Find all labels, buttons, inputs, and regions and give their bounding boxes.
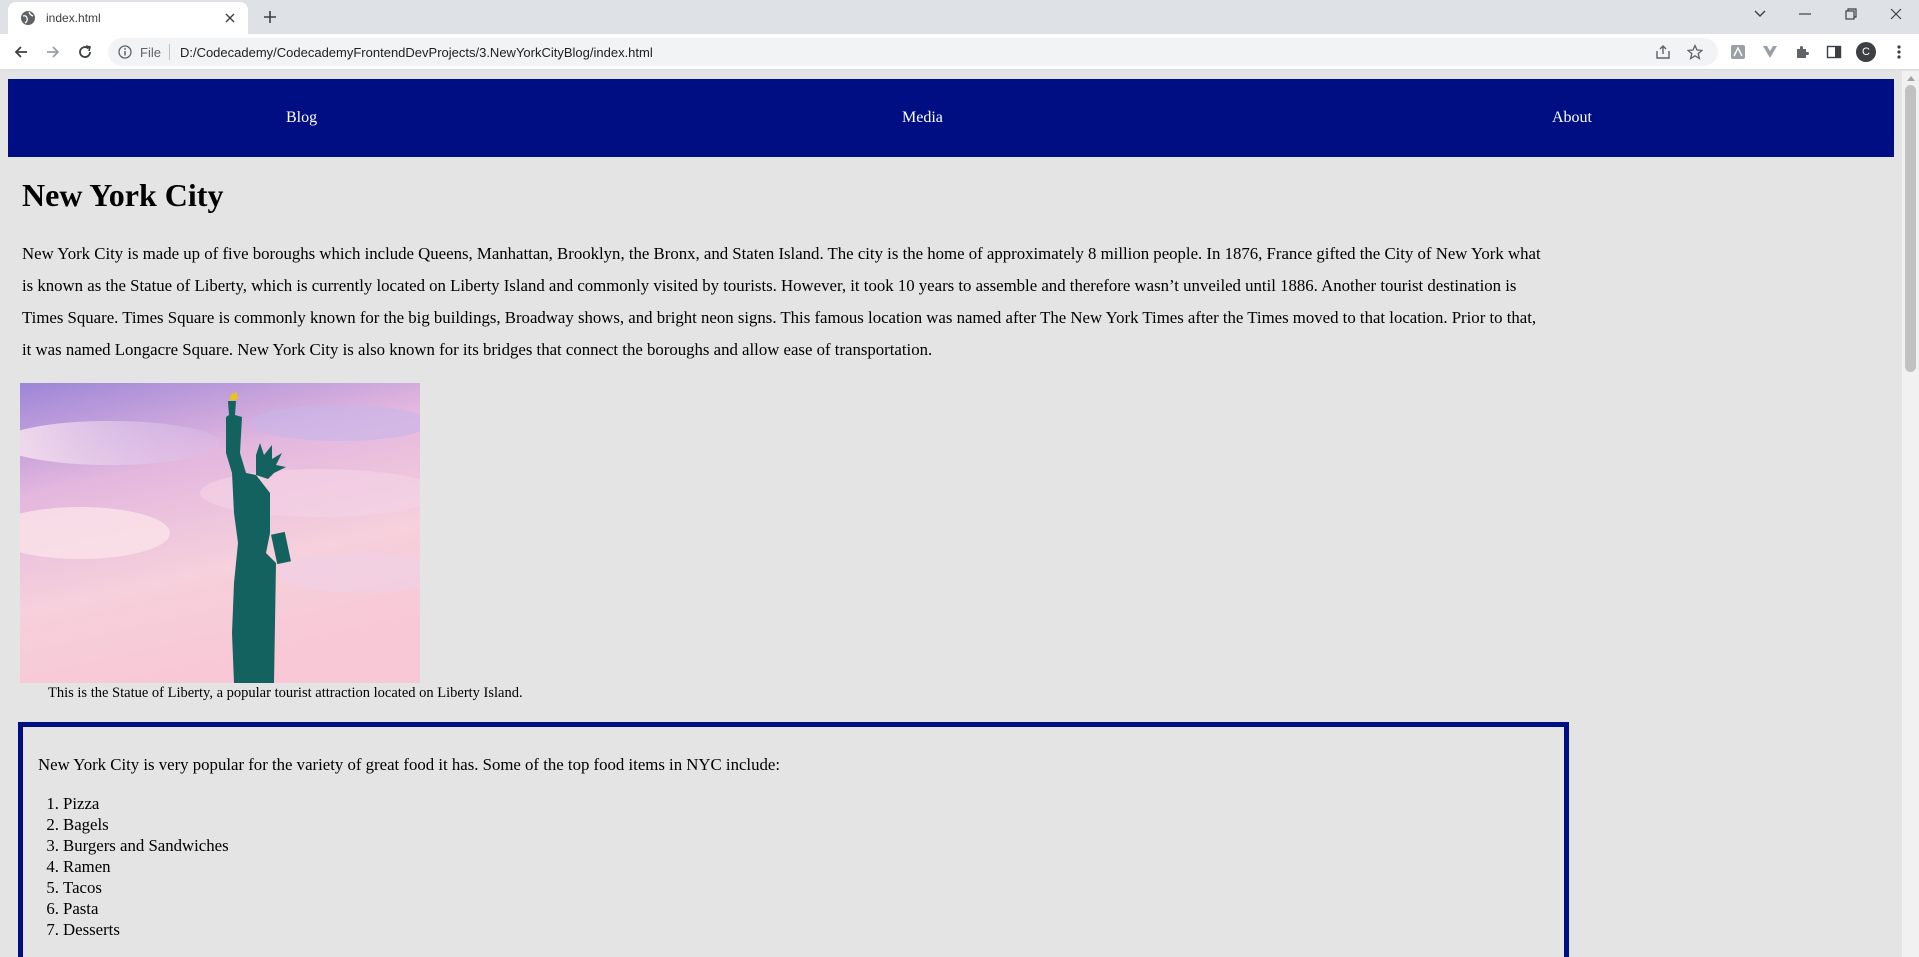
list-item: Ramen [46,856,111,877]
vue-devtools-icon[interactable] [1761,43,1779,61]
omnibox-divider [168,44,170,60]
address-bar[interactable]: File D:/Codecademy/CodecademyFrontendDev… [108,38,1718,66]
list-item: Pasta [46,898,99,919]
list-item: Bagels [46,814,109,835]
close-window-icon[interactable] [1881,3,1911,25]
scheme-label: File [140,44,161,60]
food-intro: New York City is very popular for the va… [38,755,780,774]
list-item: Pizza [46,793,100,814]
url-text[interactable]: D:/Codecademy/CodecademyFrontendDevProje… [180,45,1654,60]
page-title: New York City [22,177,224,213]
share-icon[interactable] [1654,43,1672,61]
menu-kebab-icon[interactable] [1890,43,1908,61]
browser-toolbar: File D:/Codecademy/CodecademyFrontendDev… [0,34,1919,70]
profile-avatar[interactable]: C [1856,42,1876,62]
list-item: Desserts [46,919,120,940]
image-caption: This is the Statue of Liberty, a popular… [48,685,523,701]
vertical-scrollbar[interactable] [1902,71,1919,957]
tab-search-icon[interactable] [1745,3,1775,25]
globe-icon [20,10,36,26]
nav-link-blog[interactable]: Blog [286,109,317,127]
tab-title: index.html [46,11,101,25]
minimize-icon[interactable] [1790,3,1820,25]
active-tab[interactable]: index.html [8,2,248,34]
tab-strip: index.html [0,0,1919,34]
intro-paragraph: New York City is made up of five borough… [22,244,1541,359]
forward-arrow-icon[interactable] [43,42,63,62]
info-icon[interactable] [118,45,132,59]
nav-link-media[interactable]: Media [902,109,943,127]
nav-link-about[interactable]: About [1552,109,1592,127]
statue-of-liberty-image [20,383,420,683]
scroll-up-arrow-icon[interactable] [1902,71,1919,85]
food-section: New York City is very popular for the va… [18,722,1569,957]
page-viewport: Blog Media About New York City New York … [0,71,1919,957]
back-arrow-icon[interactable] [11,42,31,62]
bookmark-star-icon[interactable] [1686,43,1704,61]
food-list: Pizza Bagels Burgers and Sandwiches Rame… [46,793,229,940]
side-panel-icon[interactable] [1825,43,1843,61]
reload-icon[interactable] [75,42,95,62]
list-item: Burgers and Sandwiches [46,835,229,856]
scrollbar-thumb[interactable] [1905,85,1916,372]
pdf-extension-icon[interactable] [1729,43,1747,61]
new-tab-icon[interactable] [260,7,280,27]
site-nav: Blog Media About [8,79,1894,157]
close-tab-icon[interactable] [222,10,238,26]
list-item: Tacos [46,877,102,898]
extensions-puzzle-icon[interactable] [1793,43,1811,61]
restore-icon[interactable] [1836,3,1866,25]
